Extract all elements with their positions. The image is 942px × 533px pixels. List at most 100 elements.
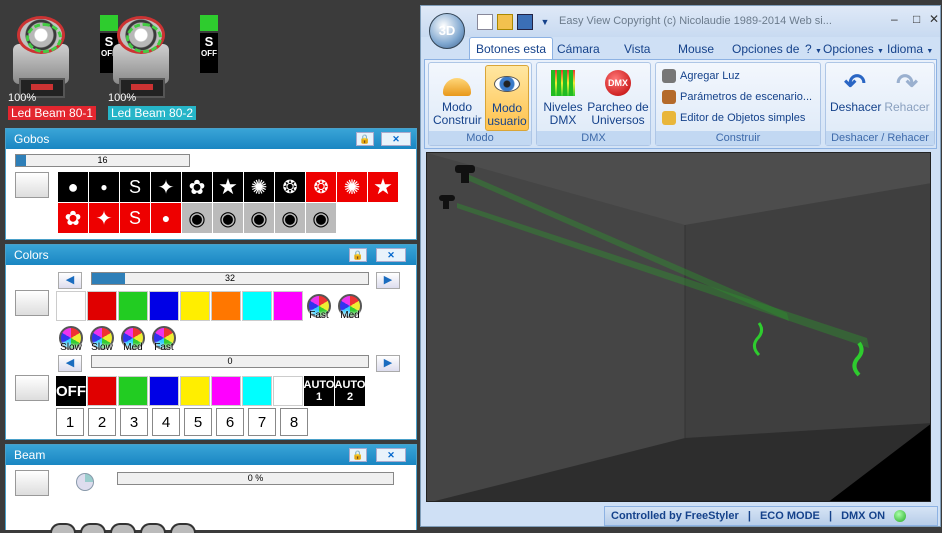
- tab-mouse[interactable]: Mouse: [672, 39, 720, 59]
- save-icon[interactable]: [517, 14, 533, 30]
- close-button[interactable]: ✕: [381, 132, 411, 146]
- tab-camara[interactable]: Cámara: [551, 39, 606, 59]
- dots-ring-icon[interactable]: ❂: [306, 172, 336, 202]
- new-file-icon[interactable]: [477, 14, 493, 30]
- number-button[interactable]: 4: [152, 408, 180, 436]
- star-burst-icon[interactable]: ✦: [89, 203, 119, 233]
- gobo-shake-icon[interactable]: ◉: [306, 203, 336, 233]
- s-shape-icon[interactable]: S: [120, 203, 150, 233]
- color-swatch[interactable]: [273, 291, 303, 321]
- lock-icon[interactable]: 🔒: [356, 132, 374, 146]
- color-wheel-button[interactable]: Med: [335, 291, 365, 321]
- fixture-model-icon[interactable]: [439, 195, 455, 201]
- number-button[interactable]: 8: [280, 408, 308, 436]
- flower-icon[interactable]: ✿: [182, 172, 212, 202]
- number-button[interactable]: 1: [56, 408, 84, 436]
- gobo-shake-icon[interactable]: ◉: [275, 203, 305, 233]
- app-orb-button[interactable]: 3D: [429, 13, 465, 49]
- deshacer-button[interactable]: ↶ Deshacer: [830, 65, 881, 114]
- beam-button-icon[interactable]: [110, 523, 136, 533]
- fixture-led-beam-80-2[interactable]: 100% Led Beam 80-2 S OFF: [108, 12, 218, 120]
- color-open-button[interactable]: [15, 290, 49, 316]
- auto-1-button[interactable]: AUTO 1: [304, 376, 334, 406]
- color-swatch[interactable]: [180, 291, 210, 321]
- color-swatch[interactable]: [242, 376, 272, 406]
- open-circle-icon[interactable]: ●: [58, 172, 88, 202]
- number-button[interactable]: 6: [216, 408, 244, 436]
- color-wheel-button[interactable]: Slow: [87, 323, 117, 353]
- parcheo-universos-button[interactable]: DMX Parcheo de Universos: [587, 65, 649, 127]
- small-circle-icon[interactable]: ●: [89, 172, 119, 202]
- beam-slider[interactable]: 0 %: [117, 472, 394, 485]
- s-shape-icon[interactable]: S: [120, 172, 150, 202]
- lock-icon[interactable]: 🔒: [349, 448, 367, 462]
- color-swatch[interactable]: [180, 376, 210, 406]
- prev-arrow-button[interactable]: ◀: [58, 355, 82, 372]
- lock-icon[interactable]: 🔒: [349, 248, 367, 262]
- customize-dropdown-icon[interactable]: ▼: [537, 14, 553, 30]
- auto-2-button[interactable]: AUTO 2: [335, 376, 365, 406]
- star-burst-icon[interactable]: ✦: [151, 172, 181, 202]
- spiral-icon[interactable]: ✺: [244, 172, 274, 202]
- flower-icon[interactable]: ✿: [58, 203, 88, 233]
- color-swatch[interactable]: [118, 291, 148, 321]
- star-icon[interactable]: ★: [213, 172, 243, 202]
- agregar-luz-button[interactable]: Agregar Luz: [662, 69, 740, 83]
- editor-objetos-button[interactable]: Editor de Objetos simples: [662, 111, 805, 125]
- fixture-switch[interactable]: S OFF: [200, 15, 218, 73]
- rehacer-button[interactable]: ↷ Rehacer: [882, 65, 932, 114]
- gobo-shake-icon[interactable]: ◉: [182, 203, 212, 233]
- color-swatch[interactable]: [211, 291, 241, 321]
- fixture-led-beam-80-1[interactable]: 100% Led Beam 80-1 S OFF: [8, 12, 118, 120]
- circle-icon[interactable]: ●: [151, 203, 181, 233]
- number-button[interactable]: 3: [120, 408, 148, 436]
- color-wheel-button[interactable]: Med: [118, 323, 148, 353]
- color-swatch[interactable]: [149, 376, 179, 406]
- close-button[interactable]: ✕: [376, 248, 406, 262]
- dots-ring-icon[interactable]: ❂: [275, 172, 305, 202]
- beam-button-icon[interactable]: [140, 523, 166, 533]
- number-button[interactable]: 2: [88, 408, 116, 436]
- tab-opciones-de[interactable]: Opciones de: [726, 39, 805, 59]
- color2-open-button[interactable]: [15, 375, 49, 401]
- color-wheel-button[interactable]: Slow: [56, 323, 86, 353]
- color-swatch[interactable]: [273, 376, 303, 406]
- number-button[interactable]: 7: [248, 408, 276, 436]
- tab-botones[interactable]: Botones esta: [469, 37, 554, 59]
- gobo-shake-icon[interactable]: ◉: [244, 203, 274, 233]
- close-window-button[interactable]: ✕: [929, 12, 939, 26]
- color-wheel-button[interactable]: Fast: [304, 291, 334, 321]
- color-swatch[interactable]: [56, 291, 86, 321]
- beam-button-icon[interactable]: [50, 523, 76, 533]
- fixture-model-icon[interactable]: [455, 165, 475, 173]
- color-swatch[interactable]: [118, 376, 148, 406]
- tab-vista[interactable]: Vista: [618, 39, 656, 59]
- color-swatch[interactable]: [87, 291, 117, 321]
- minimize-button[interactable]: –: [891, 12, 898, 26]
- number-button[interactable]: 5: [184, 408, 212, 436]
- spiral-icon[interactable]: ✺: [337, 172, 367, 202]
- color-off-button[interactable]: OFF: [56, 376, 86, 406]
- close-button[interactable]: ✕: [376, 448, 406, 462]
- beam-open-button[interactable]: [15, 470, 49, 496]
- color-swatch[interactable]: [87, 376, 117, 406]
- next-arrow-button[interactable]: ▶: [376, 355, 400, 372]
- maximize-button[interactable]: □: [913, 12, 920, 26]
- prev-arrow-button[interactable]: ◀: [58, 272, 82, 289]
- color2-slider[interactable]: 0: [91, 355, 369, 368]
- 3d-viewport[interactable]: [426, 152, 931, 502]
- gobo-slider[interactable]: 16: [15, 154, 190, 167]
- beam-button-icon[interactable]: [80, 523, 106, 533]
- open-folder-icon[interactable]: [497, 14, 513, 30]
- niveles-dmx-button[interactable]: Niveles DMX: [541, 65, 585, 127]
- parametros-escenario-button[interactable]: Parámetros de escenario...: [662, 90, 812, 104]
- color-slider[interactable]: 32: [91, 272, 369, 285]
- star-icon[interactable]: ★: [368, 172, 398, 202]
- color-wheel-button[interactable]: Fast: [149, 323, 179, 353]
- color-swatch[interactable]: [211, 376, 241, 406]
- gobo-shake-icon[interactable]: ◉: [213, 203, 243, 233]
- beam-button-icon[interactable]: [170, 523, 196, 533]
- next-arrow-button[interactable]: ▶: [376, 272, 400, 289]
- modo-usuario-button[interactable]: Modo usuario: [485, 65, 529, 131]
- color-swatch[interactable]: [149, 291, 179, 321]
